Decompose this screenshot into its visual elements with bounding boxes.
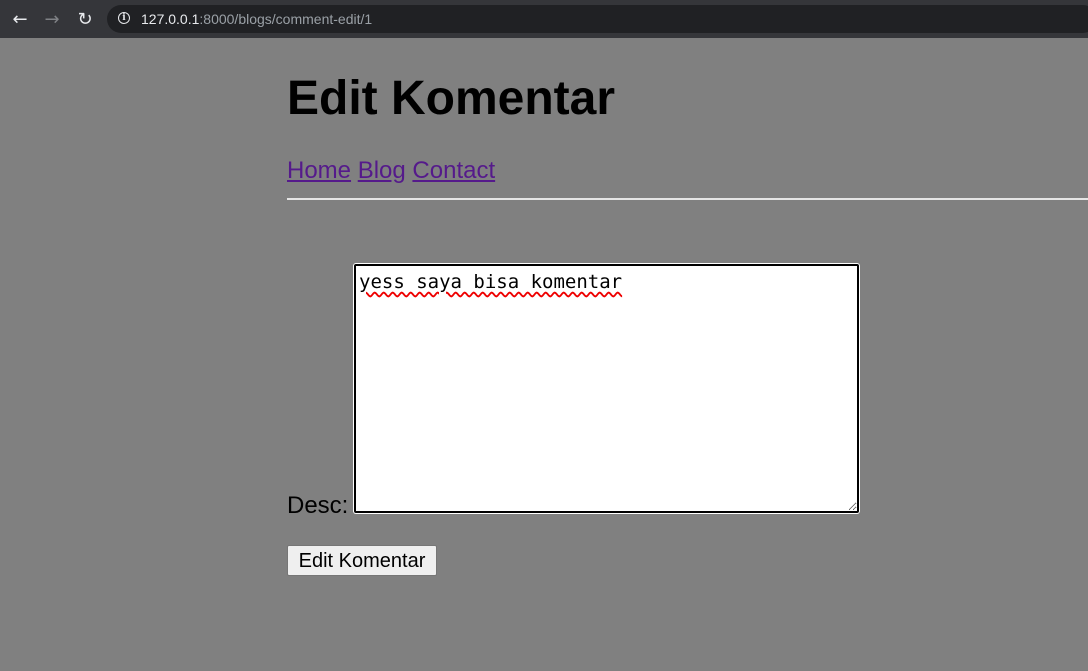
- reload-icon[interactable]: ↻: [69, 0, 101, 38]
- info-icon[interactable]: i: [118, 12, 130, 24]
- nav-divider: [287, 198, 1088, 200]
- url-host: 127.0.0.1: [141, 11, 200, 27]
- desc-textarea[interactable]: yess saya bisa komentar: [354, 264, 859, 513]
- edit-komentar-button[interactable]: Edit Komentar: [287, 545, 437, 576]
- nav-link-blog[interactable]: Blog: [358, 157, 406, 184]
- address-bar[interactable]: i 127.0.0.1:8000/blogs/comment-edit/1: [107, 5, 1088, 33]
- nav-link-home[interactable]: Home: [287, 157, 351, 184]
- url-text[interactable]: 127.0.0.1:8000/blogs/comment-edit/1: [141, 11, 372, 27]
- page-title: Edit Komentar: [287, 72, 616, 125]
- browser-toolbar: ← → ↻ i 127.0.0.1:8000/blogs/comment-edi…: [0, 0, 1088, 38]
- desc-label: Desc:: [287, 492, 349, 519]
- back-arrow-icon[interactable]: ←: [4, 0, 36, 38]
- url-path: :8000/blogs/comment-edit/1: [199, 11, 373, 27]
- forward-arrow-icon[interactable]: →: [36, 0, 68, 38]
- nav-link-contact[interactable]: Contact: [412, 157, 495, 184]
- site-nav: Home Blog Contact: [287, 157, 495, 185]
